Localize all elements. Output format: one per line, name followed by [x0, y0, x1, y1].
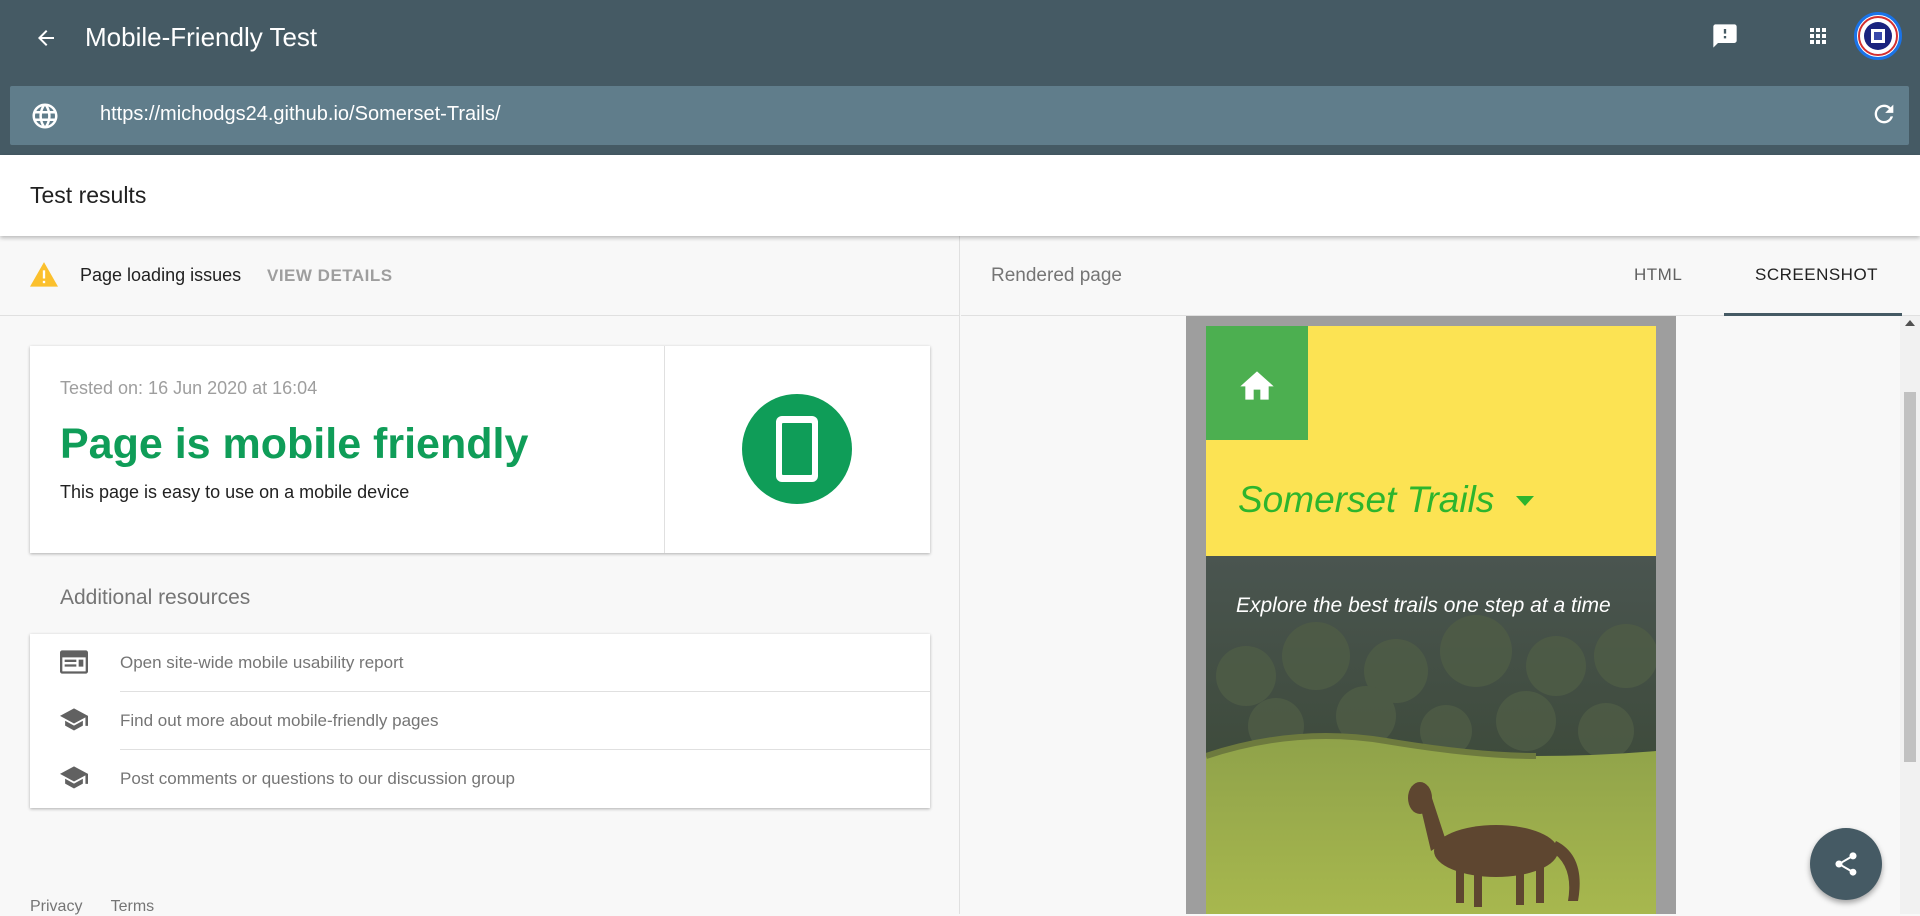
rendered-page-header: Rendered page HTML SCREENSHOT	[961, 236, 1920, 316]
scrollbar-thumb[interactable]	[1904, 392, 1916, 762]
school-icon	[60, 708, 88, 734]
apps-grid-icon[interactable]	[1800, 18, 1836, 54]
active-tab-indicator	[1724, 313, 1902, 316]
scroll-up-arrow-icon[interactable]	[1905, 320, 1915, 326]
test-results-bar: Test results	[0, 155, 1920, 236]
card-divider	[664, 346, 665, 553]
privacy-link[interactable]: Privacy	[30, 898, 82, 915]
home-icon	[1206, 326, 1308, 440]
rendered-screenshot-frame: Somerset Trails Explore the best trails …	[1186, 316, 1676, 914]
share-button[interactable]	[1810, 828, 1882, 900]
feedback-icon[interactable]	[1707, 18, 1743, 54]
test-results-title: Test results	[30, 182, 147, 208]
school-icon	[60, 766, 88, 792]
url-bar[interactable]: https://michodgs24.github.io/Somerset-Tr…	[10, 86, 1909, 145]
verdict-heading: Page is mobile friendly	[60, 420, 529, 468]
resource-item-learn-more[interactable]: Find out more about mobile-friendly page…	[30, 692, 930, 750]
hero-image: Explore the best trails one step at a ti…	[1206, 556, 1656, 914]
additional-resources-title: Additional resources	[60, 586, 251, 609]
terms-link[interactable]: Terms	[111, 898, 155, 915]
app-header: Mobile-Friendly Test https://michodgs24.…	[0, 0, 1920, 155]
view-details-link[interactable]: VIEW DETAILS	[267, 266, 393, 286]
account-avatar[interactable]	[1854, 12, 1902, 60]
globe-icon	[30, 101, 60, 131]
tab-html[interactable]: HTML	[1634, 265, 1682, 285]
web-layout-icon	[60, 650, 88, 676]
results-pane: Page loading issues VIEW DETAILS Tested …	[0, 236, 960, 916]
footer-links: Privacy Terms	[30, 898, 178, 916]
url-input[interactable]: https://michodgs24.github.io/Somerset-Tr…	[100, 103, 501, 126]
mobile-screenshot: Somerset Trails Explore the best trails …	[1206, 326, 1656, 914]
rendered-page-pane: Rendered page HTML SCREENSHOT Somerset T…	[961, 236, 1920, 914]
result-summary-card: Tested on: 16 Jun 2020 at 16:04 Page is …	[30, 346, 930, 553]
hero-tagline: Explore the best trails one step at a ti…	[1236, 594, 1611, 617]
app-title: Mobile-Friendly Test	[85, 22, 318, 52]
tested-on-date: Tested on: 16 Jun 2020 at 16:04	[60, 378, 318, 398]
page-loading-issues-bar: Page loading issues VIEW DETAILS	[0, 236, 960, 316]
site-title: Somerset Trails	[1238, 479, 1495, 520]
tab-screenshot[interactable]: SCREENSHOT	[1755, 265, 1878, 285]
mobile-phone-icon	[742, 394, 852, 504]
resource-item-label: Post comments or questions to our discus…	[120, 769, 515, 788]
verdict-description: This page is easy to use on a mobile dev…	[60, 482, 410, 502]
share-icon	[1835, 852, 1857, 876]
resource-item-discussion-group[interactable]: Post comments or questions to our discus…	[30, 750, 930, 808]
resource-item-label: Find out more about mobile-friendly page…	[120, 711, 439, 730]
resources-list: Open site-wide mobile usability report F…	[30, 634, 930, 808]
refresh-icon[interactable]	[1870, 100, 1900, 130]
page-loading-issues-label: Page loading issues	[80, 265, 242, 285]
resource-item-usability-report[interactable]: Open site-wide mobile usability report	[30, 634, 930, 692]
scrollbar[interactable]	[1900, 316, 1920, 914]
caret-down-icon	[1516, 496, 1534, 506]
resource-item-label: Open site-wide mobile usability report	[120, 653, 404, 672]
warning-icon	[30, 262, 58, 293]
back-arrow-icon[interactable]	[28, 20, 64, 56]
rendered-page-label: Rendered page	[991, 265, 1122, 286]
